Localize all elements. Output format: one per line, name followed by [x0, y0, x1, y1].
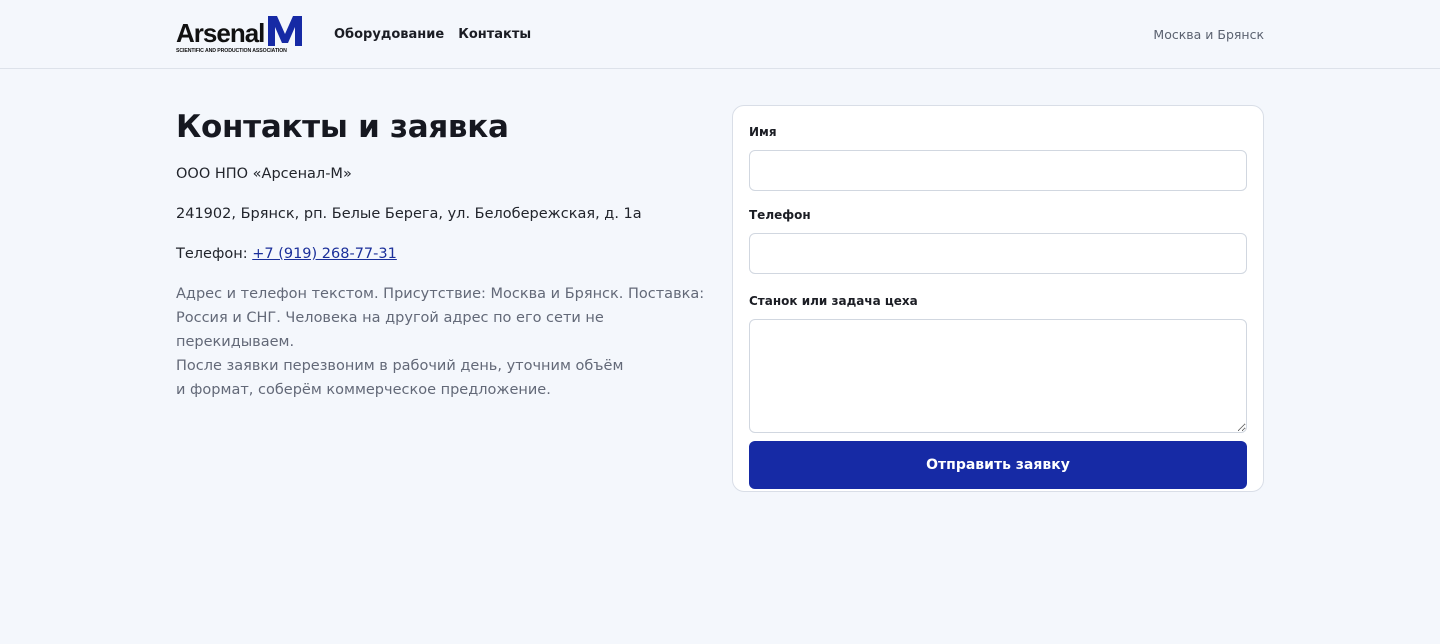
logo-word: Arsenal	[176, 18, 265, 48]
header-inner: Arsenal SCIENTIFIC AND PRODUCTION ASSOCI…	[176, 0, 1264, 68]
request-form: Имя Телефон Станок или задача цеха Отпра…	[732, 105, 1264, 492]
contacts-section: Контакты и заявка ООО НПО «Арсенал-М» 24…	[176, 107, 716, 402]
task-textarea[interactable]	[749, 319, 1247, 433]
main-nav: Оборудование Контакты	[334, 27, 531, 42]
task-label: Станок или задача цеха	[749, 294, 918, 308]
contacts-note: Адрес и телефон текстом. Присутствие: Мо…	[176, 282, 716, 402]
phone-input[interactable]	[749, 233, 1247, 274]
company-name: ООО НПО «Арсенал-М»	[176, 166, 352, 182]
site-header: Arsenal SCIENTIFIC AND PRODUCTION ASSOCI…	[0, 0, 1440, 69]
name-label: Имя	[749, 125, 777, 139]
note-line: Адрес и телефон текстом. Присутствие: Мо…	[176, 286, 705, 302]
note-line: После заявки перезвоним в рабочий день, …	[176, 358, 624, 374]
submit-button[interactable]: Отправить заявку	[749, 441, 1247, 489]
region-label: Москва и Брянск	[1153, 26, 1264, 42]
phone-label: Телефон:	[176, 246, 253, 262]
phone-field-label: Телефон	[749, 208, 811, 222]
note-line: и формат, соберём коммерческое предложен…	[176, 382, 551, 398]
note-line: Россия и СНГ. Человека на другой адрес п…	[176, 310, 604, 350]
page-title: Контакты и заявка	[176, 109, 509, 145]
logo-subtitle: SCIENTIFIC AND PRODUCTION ASSOCIATION	[176, 48, 287, 54]
form-fields: Имя Телефон Станок или задача цеха Отпра…	[749, 124, 1247, 489]
nav-item-equipment[interactable]: Оборудование	[334, 27, 444, 42]
logo-m-icon	[268, 16, 303, 46]
logo-mark: Arsenal	[176, 16, 318, 46]
phone-link[interactable]: +7 (919) 268-77-31	[252, 246, 397, 262]
company-address: 241902, Брянск, рп. Белые Берега, ул. Бе…	[176, 206, 642, 222]
phone-line: Телефон: +7 (919) 268-77-31	[176, 243, 716, 266]
name-input[interactable]	[749, 150, 1247, 191]
nav-item-contacts[interactable]: Контакты	[458, 27, 531, 42]
logo[interactable]: Arsenal SCIENTIFIC AND PRODUCTION ASSOCI…	[176, 16, 318, 54]
